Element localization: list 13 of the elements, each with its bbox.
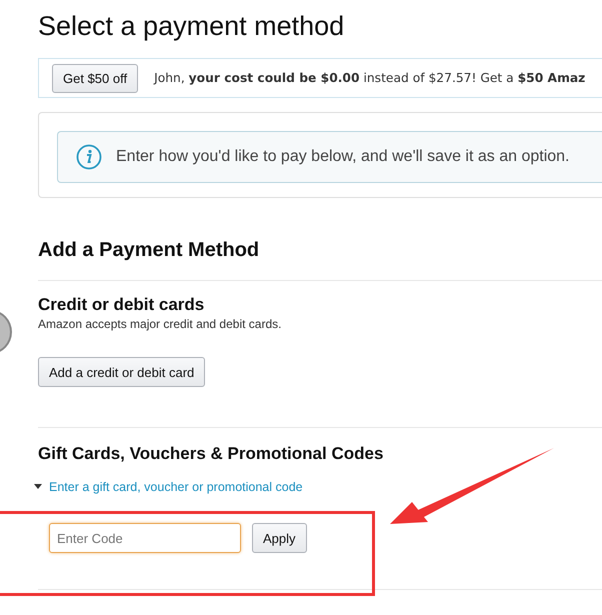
gift-code-link[interactable]: Enter a gift card, voucher or promotional code (49, 480, 303, 494)
gift-heading: Gift Cards, Vouchers & Promotional Codes (38, 444, 384, 464)
code-input-field[interactable]: Enter Code (49, 523, 241, 553)
cards-description: Amazon accepts major credit and debit cards. (38, 317, 282, 331)
promo-message: John, your cost could be $0.00 instead of $27.57! Get a $50 Amaz (154, 71, 586, 85)
section-title: Add a Payment Method (38, 238, 260, 262)
get-discount-button[interactable]: Get $50 off (52, 64, 138, 92)
apply-button[interactable]: Apply (252, 523, 307, 553)
info-message: Enter how you'd like to pay below, and we'll save it as an option. (116, 148, 570, 166)
page-title: Select a payment method (38, 10, 346, 43)
info-icon (76, 144, 102, 170)
add-card-button[interactable]: Add a credit or debit card (38, 357, 206, 387)
cards-heading: Credit or debit cards (38, 295, 206, 315)
